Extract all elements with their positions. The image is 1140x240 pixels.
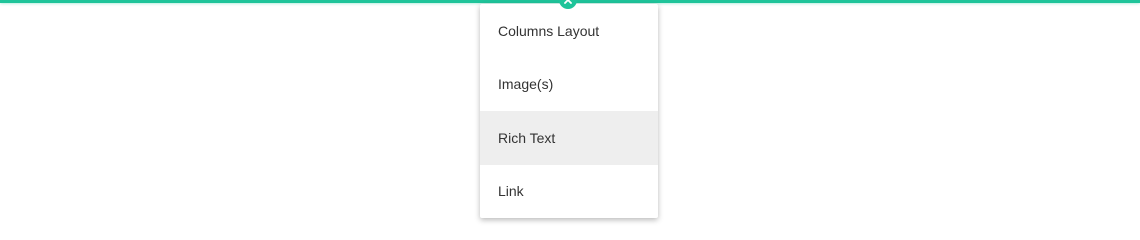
menu-item-columns-layout[interactable]: Columns Layout bbox=[480, 4, 658, 58]
menu-item-link[interactable]: Link bbox=[480, 165, 658, 219]
menu-item-images[interactable]: Image(s) bbox=[480, 58, 658, 112]
insert-block-menu: Columns Layout Image(s) Rich Text Link bbox=[480, 4, 658, 218]
menu-item-label: Rich Text bbox=[498, 129, 556, 146]
menu-item-label: Link bbox=[498, 183, 524, 200]
menu-item-label: Image(s) bbox=[498, 76, 554, 93]
close-icon bbox=[564, 0, 572, 4]
editor-canvas: Columns Layout Image(s) Rich Text Link bbox=[0, 0, 1140, 222]
menu-item-label: Columns Layout bbox=[498, 22, 600, 39]
menu-item-rich-text[interactable]: Rich Text bbox=[480, 111, 658, 165]
